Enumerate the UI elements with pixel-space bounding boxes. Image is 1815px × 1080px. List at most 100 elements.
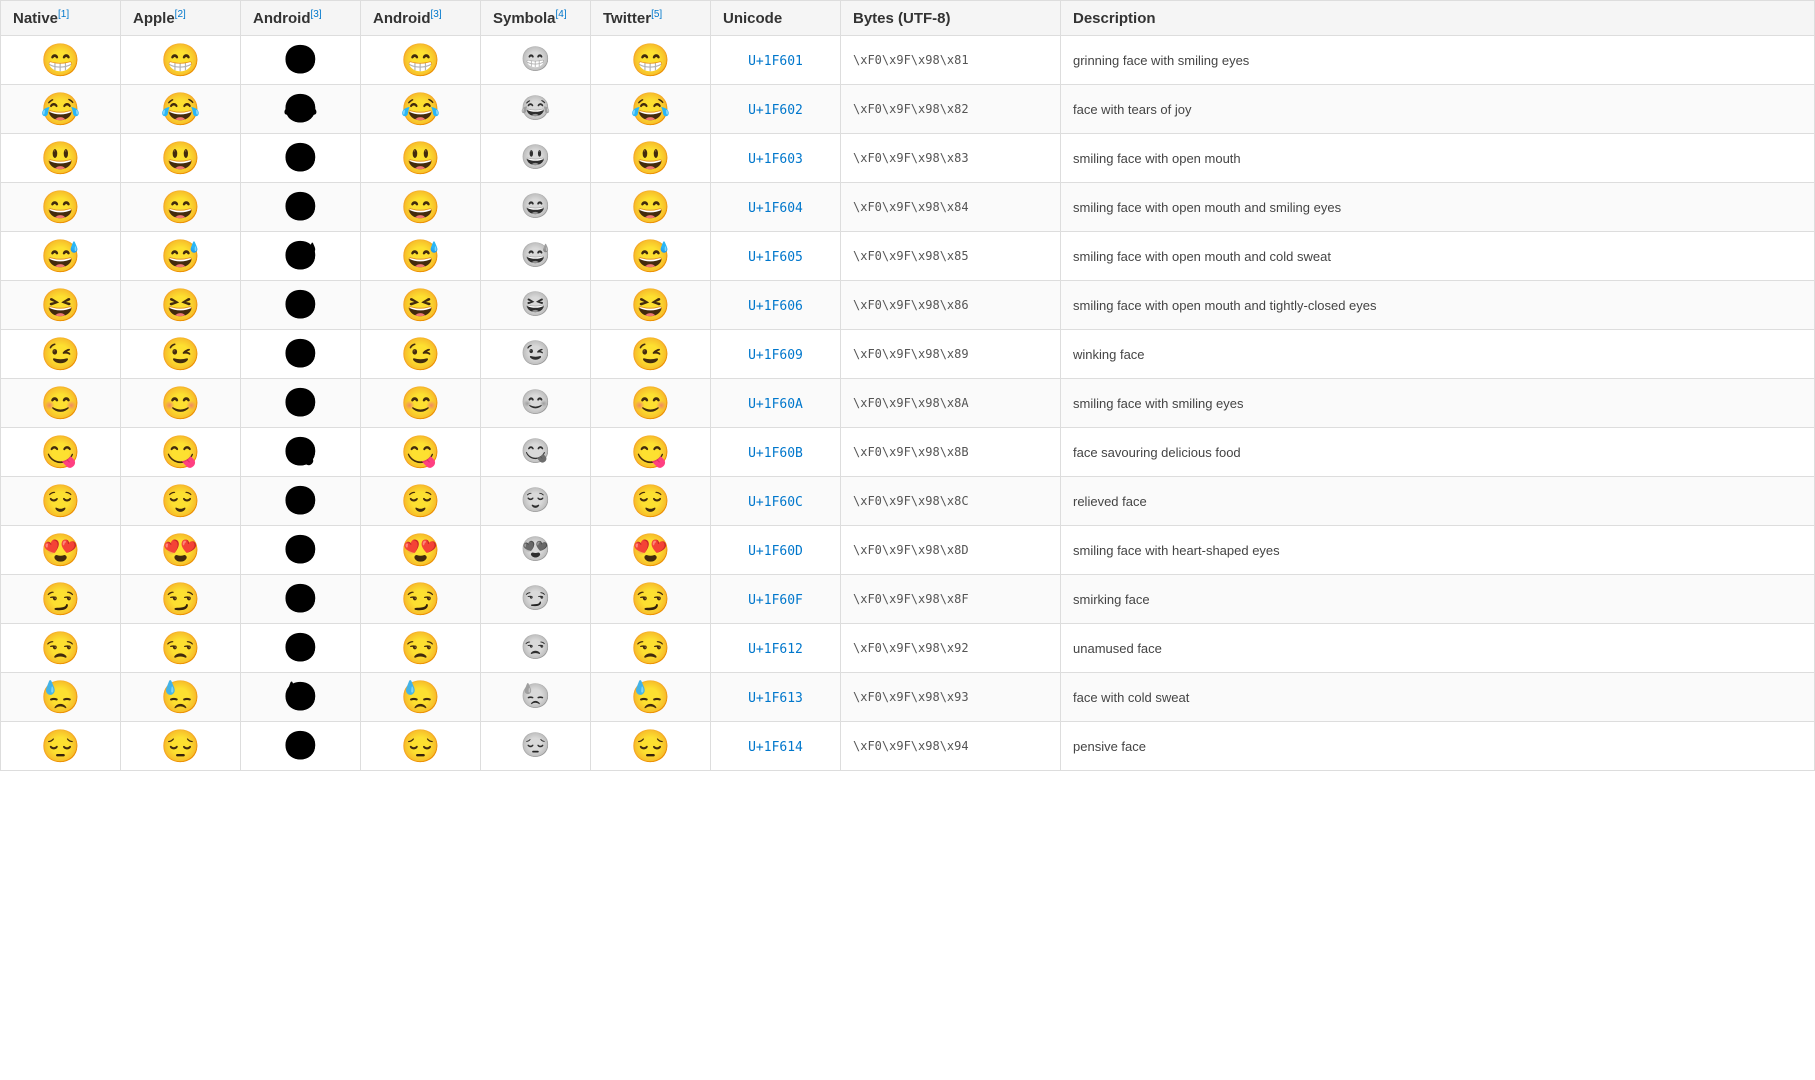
- android1-emoji: 😆: [241, 281, 361, 330]
- twitter-emoji: 😁: [591, 36, 711, 85]
- android1-emoji: 😔: [241, 722, 361, 771]
- table-row: 😋😋😋😋😋😋U+1F60B\xF0\x9F\x98\x8Bface savour…: [1, 428, 1815, 477]
- unicode-value[interactable]: U+1F612: [711, 624, 841, 673]
- android2-emoji: 😆: [361, 281, 481, 330]
- android2-emoji: 😊: [361, 379, 481, 428]
- unicode-value[interactable]: U+1F603: [711, 134, 841, 183]
- symbola-emoji: 😉: [481, 330, 591, 379]
- apple-emoji: 😍: [121, 526, 241, 575]
- apple-emoji: 😓: [121, 673, 241, 722]
- unicode-value[interactable]: U+1F60C: [711, 477, 841, 526]
- symbola-emoji: 😊: [481, 379, 591, 428]
- native-emoji: 😏: [1, 575, 121, 624]
- unicode-value[interactable]: U+1F606: [711, 281, 841, 330]
- header-unicode: Unicode: [711, 1, 841, 36]
- twitter-emoji: 😂: [591, 85, 711, 134]
- twitter-emoji: 😃: [591, 134, 711, 183]
- unicode-value[interactable]: U+1F604: [711, 183, 841, 232]
- android2-emoji: 😃: [361, 134, 481, 183]
- bytes-value: \xF0\x9F\x98\x92: [841, 624, 1061, 673]
- symbola-emoji: 😁: [481, 36, 591, 85]
- android2-emoji: 😒: [361, 624, 481, 673]
- twitter-emoji: 😆: [591, 281, 711, 330]
- twitter-emoji: 😊: [591, 379, 711, 428]
- symbola-emoji: 😄: [481, 183, 591, 232]
- description-value: smiling face with open mouth and cold sw…: [1061, 232, 1815, 281]
- table-row: 😁😁😁😁😁😁U+1F601\xF0\x9F\x98\x81grinning fa…: [1, 36, 1815, 85]
- symbola-emoji: 😔: [481, 722, 591, 771]
- unicode-value[interactable]: U+1F60A: [711, 379, 841, 428]
- android1-emoji: 😋: [241, 428, 361, 477]
- symbola-emoji: 😌: [481, 477, 591, 526]
- table-row: 😍😍😍😍😍😍U+1F60D\xF0\x9F\x98\x8Dsmiling fac…: [1, 526, 1815, 575]
- table-row: 😏😏😏😏😏😏U+1F60F\xF0\x9F\x98\x8Fsmirking fa…: [1, 575, 1815, 624]
- description-value: smiling face with open mouth and smiling…: [1061, 183, 1815, 232]
- native-emoji: 😅: [1, 232, 121, 281]
- apple-emoji: 😉: [121, 330, 241, 379]
- bytes-value: \xF0\x9F\x98\x93: [841, 673, 1061, 722]
- android1-emoji: 😄: [241, 183, 361, 232]
- header-bytes: Bytes (UTF-8): [841, 1, 1061, 36]
- unicode-value[interactable]: U+1F60B: [711, 428, 841, 477]
- bytes-value: \xF0\x9F\x98\x8D: [841, 526, 1061, 575]
- unicode-value[interactable]: U+1F609: [711, 330, 841, 379]
- native-emoji: 😌: [1, 477, 121, 526]
- unicode-value[interactable]: U+1F605: [711, 232, 841, 281]
- header-twitter: Twitter[5]: [591, 1, 711, 36]
- description-value: smirking face: [1061, 575, 1815, 624]
- apple-emoji: 😌: [121, 477, 241, 526]
- unicode-value[interactable]: U+1F602: [711, 85, 841, 134]
- symbola-emoji: 😅: [481, 232, 591, 281]
- android1-emoji: 😓: [241, 673, 361, 722]
- description-value: grinning face with smiling eyes: [1061, 36, 1815, 85]
- symbola-emoji: 😒: [481, 624, 591, 673]
- twitter-emoji: 😓: [591, 673, 711, 722]
- table-row: 😂😂😂😂😂😂U+1F602\xF0\x9F\x98\x82face with t…: [1, 85, 1815, 134]
- apple-emoji: 😒: [121, 624, 241, 673]
- description-value: unamused face: [1061, 624, 1815, 673]
- apple-emoji: 😆: [121, 281, 241, 330]
- unicode-value[interactable]: U+1F613: [711, 673, 841, 722]
- android2-emoji: 😌: [361, 477, 481, 526]
- android2-emoji: 😅: [361, 232, 481, 281]
- native-emoji: 😆: [1, 281, 121, 330]
- unicode-value[interactable]: U+1F614: [711, 722, 841, 771]
- apple-emoji: 😋: [121, 428, 241, 477]
- native-emoji: 😒: [1, 624, 121, 673]
- twitter-emoji: 😄: [591, 183, 711, 232]
- twitter-emoji: 😉: [591, 330, 711, 379]
- native-emoji: 😍: [1, 526, 121, 575]
- bytes-value: \xF0\x9F\x98\x8A: [841, 379, 1061, 428]
- table-row: 😅😅😅😅😅😅U+1F605\xF0\x9F\x98\x85smiling fac…: [1, 232, 1815, 281]
- android1-emoji: 😁: [241, 36, 361, 85]
- bytes-value: \xF0\x9F\x98\x81: [841, 36, 1061, 85]
- table-header-row: Native[1] Apple[2] Android[3] Android[3]…: [1, 1, 1815, 36]
- header-description: Description: [1061, 1, 1815, 36]
- header-apple: Apple[2]: [121, 1, 241, 36]
- description-value: smiling face with heart-shaped eyes: [1061, 526, 1815, 575]
- native-emoji: 😁: [1, 36, 121, 85]
- twitter-emoji: 😍: [591, 526, 711, 575]
- bytes-value: \xF0\x9F\x98\x83: [841, 134, 1061, 183]
- description-value: smiling face with open mouth and tightly…: [1061, 281, 1815, 330]
- unicode-value[interactable]: U+1F601: [711, 36, 841, 85]
- bytes-value: \xF0\x9F\x98\x94: [841, 722, 1061, 771]
- unicode-value[interactable]: U+1F60F: [711, 575, 841, 624]
- android1-emoji: 😅: [241, 232, 361, 281]
- apple-emoji: 😁: [121, 36, 241, 85]
- unicode-value[interactable]: U+1F60D: [711, 526, 841, 575]
- bytes-value: \xF0\x9F\x98\x86: [841, 281, 1061, 330]
- symbola-emoji: 😂: [481, 85, 591, 134]
- native-emoji: 😋: [1, 428, 121, 477]
- native-emoji: 😊: [1, 379, 121, 428]
- android2-emoji: 😂: [361, 85, 481, 134]
- header-android1: Android[3]: [241, 1, 361, 36]
- native-emoji: 😓: [1, 673, 121, 722]
- android2-emoji: 😁: [361, 36, 481, 85]
- table-row: 😄😄😄😄😄😄U+1F604\xF0\x9F\x98\x84smiling fac…: [1, 183, 1815, 232]
- twitter-emoji: 😏: [591, 575, 711, 624]
- bytes-value: \xF0\x9F\x98\x85: [841, 232, 1061, 281]
- twitter-emoji: 😌: [591, 477, 711, 526]
- bytes-value: \xF0\x9F\x98\x8C: [841, 477, 1061, 526]
- description-value: face with tears of joy: [1061, 85, 1815, 134]
